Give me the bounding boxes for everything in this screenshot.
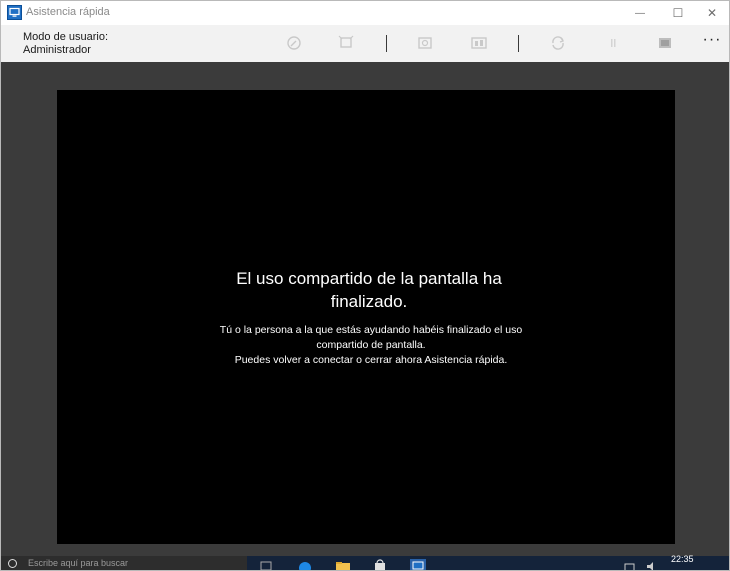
remote-taskbar-search: Escribe aquí para buscar bbox=[1, 556, 247, 570]
pause-icon[interactable] bbox=[604, 35, 622, 51]
task-manager-icon[interactable] bbox=[470, 35, 488, 51]
edge-icon bbox=[298, 558, 312, 570]
user-mode: Modo de usuario: Administrador bbox=[23, 31, 108, 57]
annotate-icon[interactable] bbox=[285, 35, 303, 51]
minimize-button[interactable]: — bbox=[621, 1, 659, 25]
toolbar: Modo de usuario: Administrador ··· bbox=[1, 25, 729, 62]
search-hint: Escribe aquí para buscar bbox=[28, 558, 129, 568]
maximize-icon: ☐ bbox=[672, 6, 684, 20]
more-options-button[interactable]: ··· bbox=[701, 32, 723, 52]
remote-viewer: El uso compartido de la pantalla ha fina… bbox=[1, 62, 729, 570]
quick-assist-taskbar-icon bbox=[410, 558, 426, 570]
session-ended-line2: Puedes volver a conectar o cerrar ahora … bbox=[234, 354, 508, 366]
minimize-icon: — bbox=[635, 7, 645, 19]
quick-assist-app-icon bbox=[7, 5, 22, 20]
session-ended-title: El uso compartido de la pantalla ha fina… bbox=[236, 269, 502, 311]
reconnect-icon[interactable] bbox=[549, 35, 567, 51]
session-ended-line1: Tú o la persona a la que estás ayudando … bbox=[219, 324, 523, 351]
user-mode-label: Modo de usuario: bbox=[23, 31, 108, 43]
end-icon[interactable] bbox=[656, 35, 674, 51]
window-title: Asistencia rápida bbox=[26, 6, 110, 18]
session-ended-message: Tú o la persona a la que estás ayudando … bbox=[207, 323, 535, 368]
remote-taskbar: 22:35 bbox=[247, 554, 729, 570]
title-bar: Asistencia rápida — ☐ ✕ bbox=[1, 1, 729, 25]
file-explorer-icon bbox=[335, 558, 350, 570]
maximize-button[interactable]: ☐ bbox=[659, 1, 697, 25]
network-icon bbox=[623, 558, 637, 570]
remote-screen: El uso compartido de la pantalla ha fina… bbox=[57, 90, 675, 544]
close-icon: ✕ bbox=[706, 6, 718, 20]
search-icon bbox=[8, 559, 17, 568]
toolbar-separator bbox=[386, 35, 387, 52]
task-view-icon bbox=[259, 558, 273, 570]
fit-screen-icon[interactable] bbox=[337, 35, 355, 51]
store-icon bbox=[373, 558, 387, 570]
clock: 22:35 bbox=[671, 554, 694, 564]
close-button[interactable]: ✕ bbox=[693, 1, 729, 25]
toolbar-separator bbox=[518, 35, 519, 52]
user-mode-value: Administrador bbox=[23, 44, 91, 56]
quick-assist-window: Asistencia rápida — ☐ ✕ Modo de usuario:… bbox=[0, 0, 730, 571]
restart-icon[interactable] bbox=[416, 35, 434, 51]
volume-icon bbox=[645, 558, 659, 570]
